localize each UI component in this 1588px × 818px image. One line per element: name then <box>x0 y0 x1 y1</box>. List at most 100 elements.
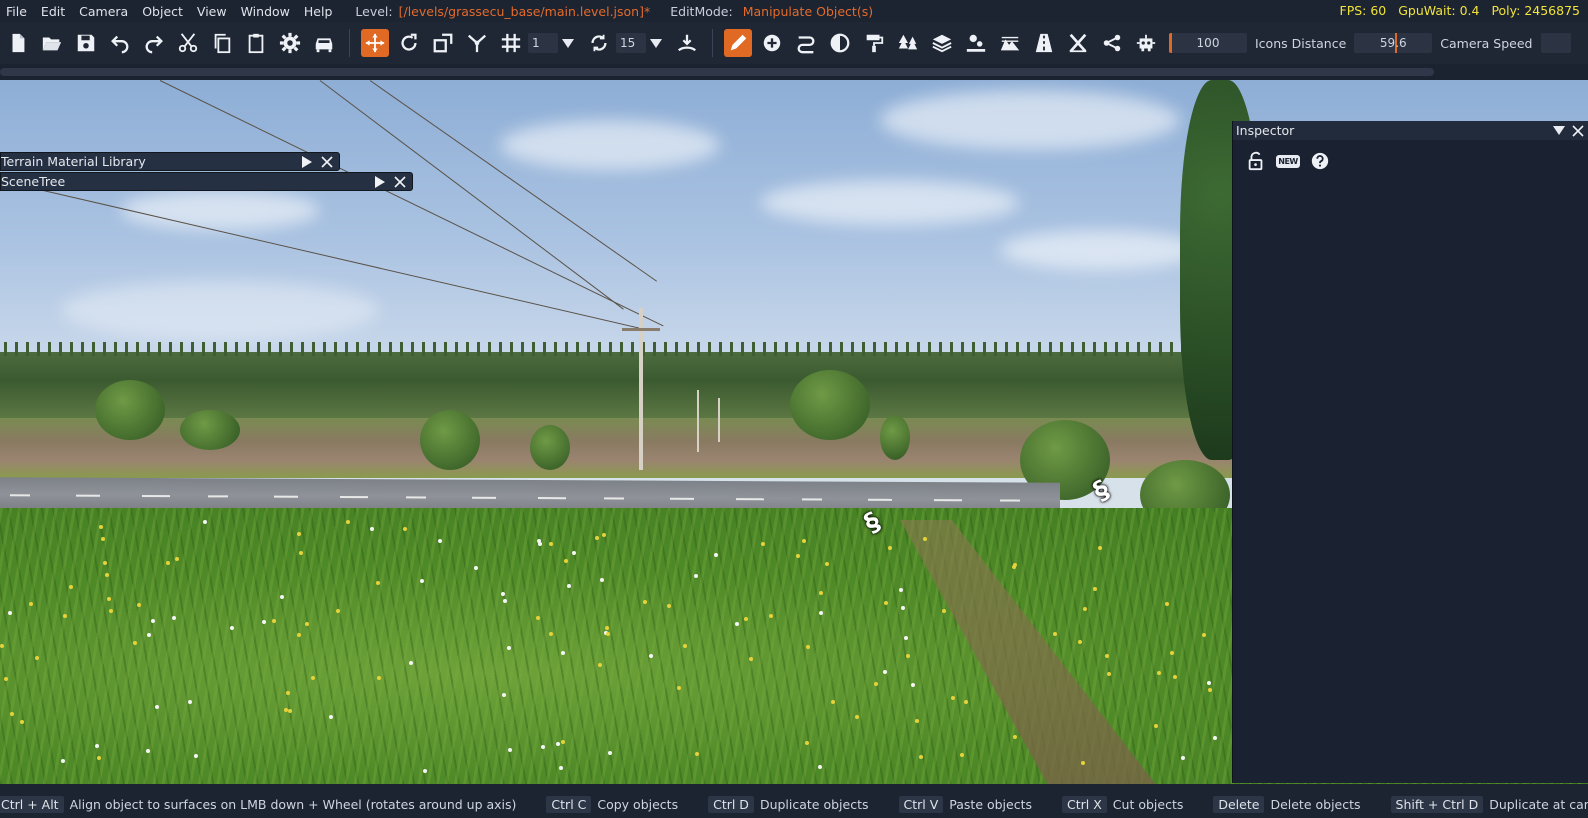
flower <box>600 578 604 582</box>
edit-object-button[interactable] <box>724 29 752 57</box>
menu-file[interactable]: File <box>0 4 34 19</box>
flower <box>805 741 809 745</box>
flower <box>572 551 576 555</box>
road-lane-dash <box>406 496 426 499</box>
rotate-snap-field[interactable]: 15 <box>616 33 646 53</box>
align-ground-button[interactable] <box>673 29 701 57</box>
create-object-button[interactable] <box>758 29 786 57</box>
align-ground-icon <box>677 34 697 52</box>
undo-button[interactable] <box>106 29 134 57</box>
shortcut-key: Ctrl X <box>1062 796 1107 813</box>
road-lane-dash <box>472 496 496 499</box>
shortcut-hints: Ctrl + Alt Align object to surfaces on L… <box>0 796 1588 813</box>
flower <box>744 617 748 621</box>
snap-vertex-button[interactable] <box>463 29 491 57</box>
inspector-header[interactable]: Inspector <box>1233 121 1588 140</box>
flower <box>101 537 105 541</box>
rotate-snap-dropdown-icon[interactable] <box>650 38 662 48</box>
forest-tool-button[interactable] <box>894 29 922 57</box>
flower <box>559 766 563 770</box>
menu-object[interactable]: Object <box>135 4 190 19</box>
mesh-tool-button[interactable] <box>962 29 990 57</box>
perf-stats: FPS: 60 GpuWait: 0.4 Poly: 2456875 <box>1332 3 1581 18</box>
translate-tool-button[interactable] <box>361 29 389 57</box>
flower <box>29 602 33 606</box>
menu-camera[interactable]: Camera <box>72 4 135 19</box>
inspector-title: Inspector <box>1236 123 1295 138</box>
flower <box>0 644 4 648</box>
decal-road-button[interactable] <box>792 29 820 57</box>
flower <box>761 542 765 546</box>
shortcut-key: Shift + Ctrl D <box>1390 796 1484 813</box>
menu-window[interactable]: Window <box>234 4 297 19</box>
new-inspector-button[interactable]: NEW <box>1276 150 1300 172</box>
paste-button[interactable] <box>242 29 270 57</box>
terrain-paint-button[interactable] <box>826 29 854 57</box>
shortcut-hint: Duplicate objects <box>759 797 869 812</box>
close-icon[interactable] <box>393 175 407 189</box>
vehicle-button[interactable] <box>310 29 338 57</box>
rotate-snap-button[interactable] <box>585 29 613 57</box>
snap-dropdown-icon[interactable] <box>562 38 574 48</box>
save-button[interactable] <box>72 29 100 57</box>
open-folder-button[interactable] <box>38 29 66 57</box>
shortcut-key: Ctrl + Alt <box>0 796 64 813</box>
toolbar-scrollbar-thumb[interactable] <box>0 68 1434 76</box>
flower <box>1157 671 1161 675</box>
flower <box>888 546 892 550</box>
flower <box>10 712 14 716</box>
draw-distance-slider[interactable]: 100 <box>1169 33 1247 53</box>
road-tool-button[interactable] <box>1030 29 1058 57</box>
expand-icon[interactable] <box>375 175 385 188</box>
settings-button[interactable] <box>276 29 304 57</box>
ai-tool-button[interactable] <box>1132 29 1160 57</box>
flower <box>146 749 150 753</box>
plus-circle-icon <box>763 34 781 52</box>
terrain-brush-button[interactable] <box>860 29 888 57</box>
help-icon[interactable] <box>1309 150 1331 172</box>
menu-view[interactable]: View <box>190 4 234 19</box>
terrain-tool-button[interactable] <box>996 29 1024 57</box>
river-tool-button[interactable] <box>1064 29 1092 57</box>
redo-button[interactable] <box>140 29 168 57</box>
flower <box>567 584 571 588</box>
road-lane-dash <box>604 497 624 500</box>
copy-button[interactable] <box>208 29 236 57</box>
flower <box>474 566 478 570</box>
grid-snap-button[interactable] <box>497 29 525 57</box>
inspector-toolbar: NEW <box>1233 140 1588 172</box>
flower <box>964 700 968 704</box>
flower <box>188 700 192 704</box>
collapse-icon[interactable] <box>1553 126 1565 135</box>
camera-speed-slider[interactable] <box>1540 33 1571 53</box>
expand-icon[interactable] <box>302 155 312 168</box>
menu-edit[interactable]: Edit <box>34 4 72 19</box>
snap-value-field[interactable]: 1 <box>528 33 558 53</box>
road-lane-dash <box>868 498 892 501</box>
flower <box>311 676 315 680</box>
scale-tool-button[interactable] <box>429 29 457 57</box>
shortcut-hint: Copy objects <box>597 797 679 812</box>
new-file-button[interactable] <box>4 29 32 57</box>
tree <box>530 425 570 470</box>
node-graph-icon <box>1103 34 1121 52</box>
icons-distance-slider[interactable]: 59.6 <box>1354 33 1433 53</box>
flower <box>503 599 507 603</box>
layers-button[interactable] <box>928 29 956 57</box>
rotate-tool-button[interactable] <box>395 29 423 57</box>
cut-button[interactable] <box>174 29 202 57</box>
terrain-material-library-panel[interactable]: Terrain Material Library <box>0 152 340 171</box>
close-icon[interactable] <box>1571 124 1585 138</box>
nodes-tool-button[interactable] <box>1098 29 1126 57</box>
scene-tree-panel[interactable]: SceneTree <box>0 172 413 191</box>
flower <box>420 579 424 583</box>
scale-icon <box>433 33 453 53</box>
road-lane-dash <box>340 496 368 499</box>
unlock-icon[interactable] <box>1245 150 1267 172</box>
toolbar-scrollbar[interactable] <box>0 64 1588 80</box>
menu-help[interactable]: Help <box>297 4 340 19</box>
flower <box>1093 587 1097 591</box>
menu-bar: File Edit Camera Object View Window Help… <box>0 0 1588 22</box>
road-lane-dash <box>10 494 30 497</box>
close-icon[interactable] <box>320 155 334 169</box>
